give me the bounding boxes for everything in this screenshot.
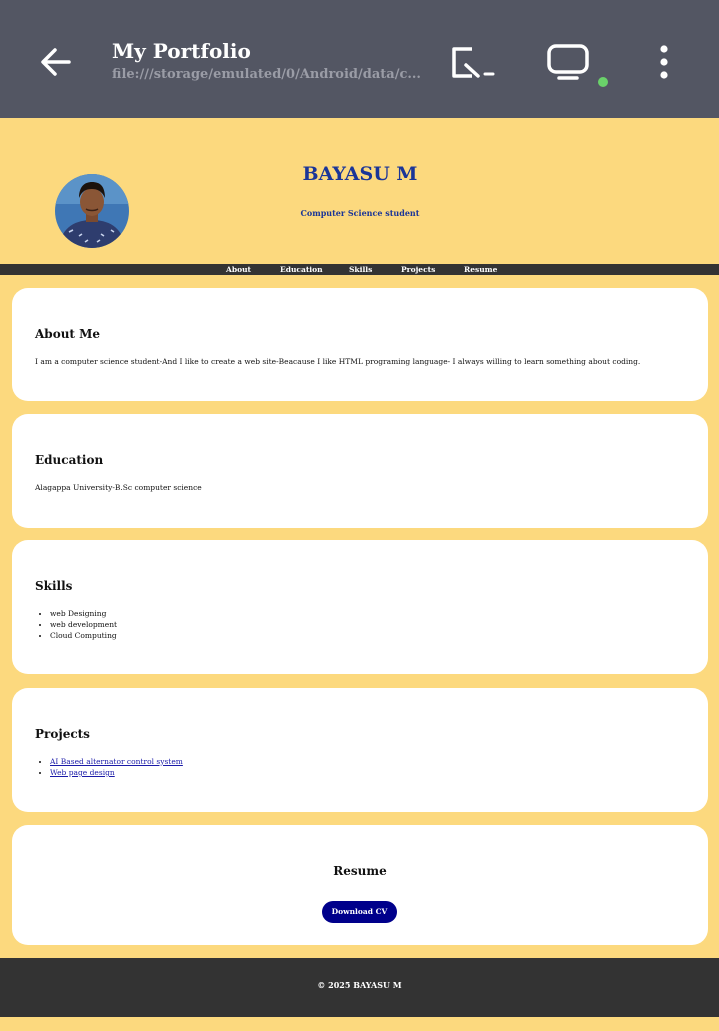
screen-mirror-icon[interactable] <box>450 45 496 81</box>
monitor-icon[interactable] <box>545 42 591 82</box>
about-heading: About Me <box>35 327 101 341</box>
list-item: Web page design <box>50 767 183 778</box>
list-item: AI Based alternator control system <box>50 756 183 767</box>
nav-bar: About Education Skills Projects Resume <box>0 264 719 275</box>
skills-section: Skills web Designing web development Clo… <box>12 540 708 674</box>
site-header: BAYASU M Computer Science student <box>0 118 719 264</box>
project-link[interactable]: AI Based alternator control system <box>50 757 183 766</box>
nav-skills[interactable]: Skills <box>349 265 372 275</box>
list-item: web Designing <box>50 608 117 619</box>
list-item: Cloud Computing <box>50 630 117 641</box>
more-vert-icon[interactable] <box>652 42 676 82</box>
education-text: Alagappa University-B.Sc computer scienc… <box>35 483 202 492</box>
app-title: My Portfolio <box>112 39 251 63</box>
nav-about[interactable]: About <box>226 265 251 275</box>
resume-heading: Resume <box>333 864 387 878</box>
nav-resume[interactable]: Resume <box>464 265 497 275</box>
app-bar: My Portfolio file:///storage/emulated/0/… <box>0 0 719 118</box>
back-arrow-icon[interactable] <box>36 42 76 82</box>
resume-section: Resume Download CV <box>12 825 708 945</box>
app-url: file:///storage/emulated/0/Android/data/… <box>112 67 421 82</box>
projects-list: AI Based alternator control system Web p… <box>50 756 183 778</box>
education-section: Education Alagappa University-B.Sc compu… <box>12 414 708 528</box>
footer-text: © 2025 BAYASU M <box>317 980 402 990</box>
projects-section: Projects AI Based alternator control sys… <box>12 688 708 812</box>
site-title: BAYASU M <box>302 163 418 185</box>
project-link[interactable]: Web page design <box>50 768 115 777</box>
status-dot <box>598 77 608 87</box>
skills-list: web Designing web development Cloud Comp… <box>50 608 117 641</box>
nav-projects[interactable]: Projects <box>401 265 435 275</box>
list-item: web development <box>50 619 117 630</box>
download-cv-button[interactable]: Download CV <box>322 901 397 923</box>
education-heading: Education <box>35 453 104 467</box>
site-footer: © 2025 BAYASU M <box>0 958 719 1017</box>
projects-heading: Projects <box>35 727 90 741</box>
site-subtitle: Computer Science student <box>300 208 420 218</box>
about-text: I am a computer science student-And I li… <box>35 357 641 366</box>
skills-heading: Skills <box>35 579 73 593</box>
nav-education[interactable]: Education <box>280 265 323 275</box>
about-section: About Me I am a computer science student… <box>12 288 708 401</box>
avatar <box>55 174 129 248</box>
